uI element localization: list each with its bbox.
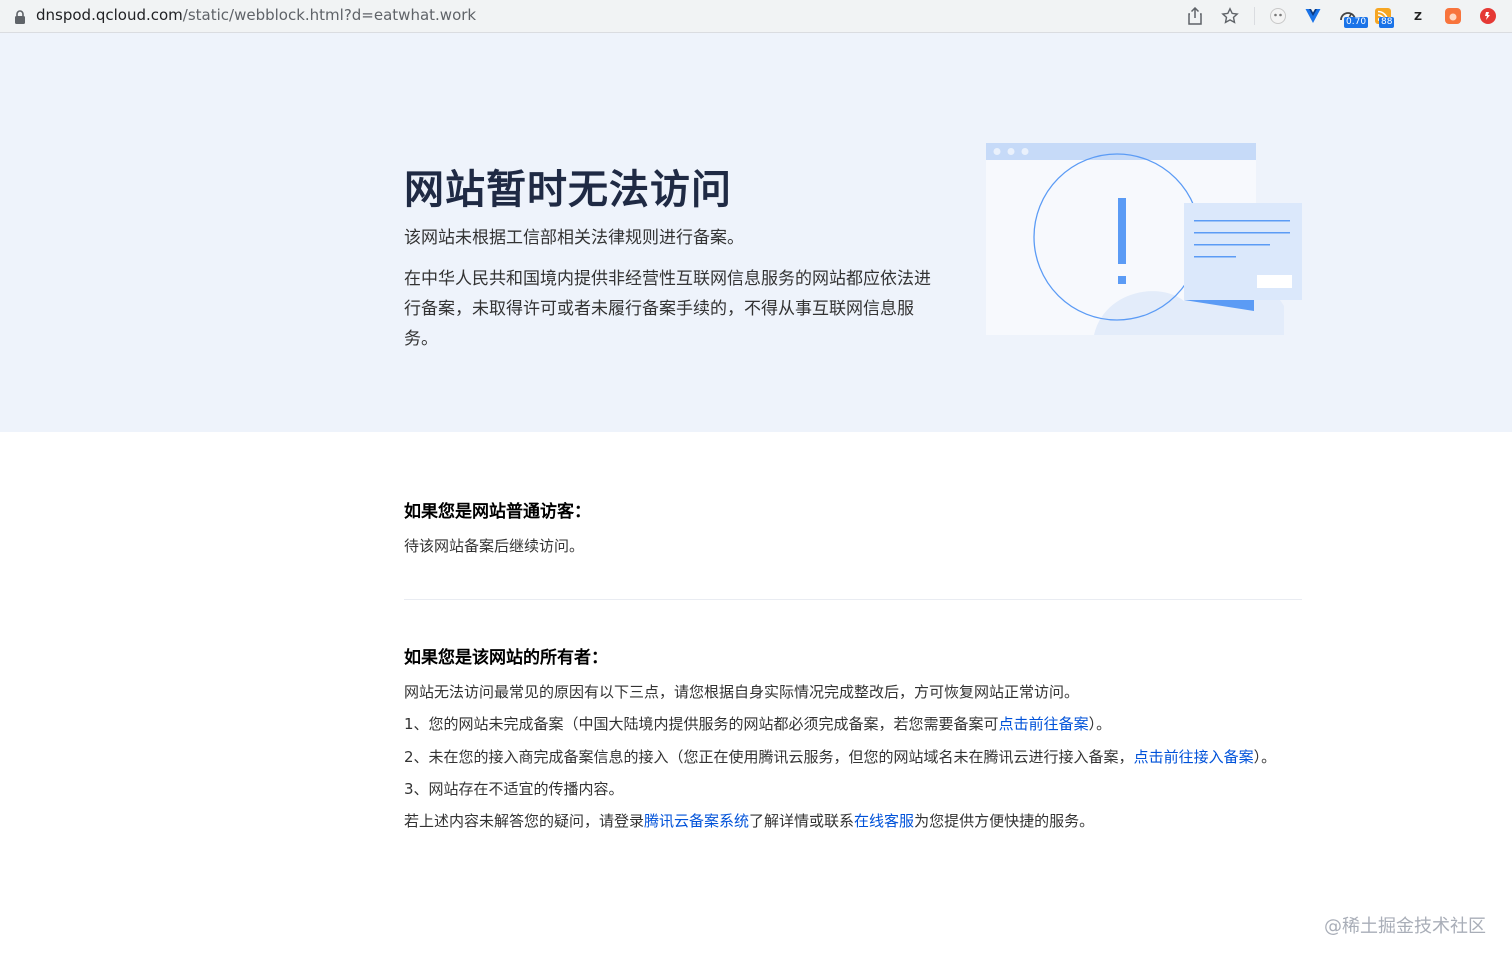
filing-system-link[interactable]: 腾讯云备案系统	[644, 812, 749, 830]
star-icon[interactable]	[1218, 4, 1242, 28]
section-divider	[404, 599, 1302, 600]
reason-item-1: 1、您的网站未完成备案（中国大陆境内提供服务的网站都必须完成备案，若您需要备案可…	[404, 713, 1111, 734]
flame-icon[interactable]	[1441, 4, 1465, 28]
gauge-icon[interactable]: 0.70	[1336, 4, 1369, 28]
toolbar-icons: 0.70 88 Z	[1172, 3, 1500, 29]
extension-icon[interactable]	[1266, 4, 1290, 28]
hero-description: 在中华人民共和国境内提供非经营性互联网信息服务的网站都应依法进行备案，未取得许可…	[404, 269, 931, 349]
page-title: 网站暂时无法访问	[404, 167, 732, 213]
reason-1-end: ）。	[1088, 715, 1112, 733]
rss-badge: 88	[1379, 17, 1395, 28]
toolbar-separator	[1254, 7, 1255, 25]
hero-subtitle: 该网站未根据工信部相关法律规则进行备案。	[404, 228, 744, 248]
reason-item-2: 2、未在您的接入商完成备案信息的接入（您正在使用腾讯云服务，但您的网站域名未在腾…	[404, 746, 1276, 767]
visitor-heading: 如果您是网站普通访客：	[404, 502, 591, 522]
help-text-start: 若上述内容未解答您的疑问，请登录	[404, 812, 645, 830]
address-url[interactable]: dnspod.qcloud.com/static/webblock.html?d…	[36, 0, 476, 30]
hero-banner: 网站暂时无法访问 该网站未根据工信部相关法律规则进行备案。 在中华人民共和国境内…	[0, 33, 1512, 432]
access-filing-link[interactable]: 点击前往接入备案	[1134, 748, 1254, 766]
warning-illustration	[984, 141, 1308, 341]
lock-icon[interactable]	[14, 9, 26, 24]
register-filing-link[interactable]: 点击前往备案	[999, 715, 1089, 733]
help-text-mid: 了解详情或联系	[749, 812, 855, 830]
watermark: @稀土掘金技术社区	[1324, 916, 1486, 937]
reason-2-text: 2、未在您的接入商完成备案信息的接入（您正在使用腾讯云服务，但您的网站域名未在腾…	[404, 748, 1134, 766]
help-footer: 若上述内容未解答您的疑问，请登录腾讯云备案系统了解详情或联系在线客服为您提供方便…	[404, 810, 1094, 831]
owner-intro: 网站无法访问最常见的原因有以下三点，请您根据自身实际情况完成整改后，方可恢复网站…	[404, 683, 1080, 701]
url-path: /static/webblock.html?d=eatwhat.work	[182, 6, 477, 24]
url-host: dnspod.qcloud.com	[36, 6, 183, 24]
gauge-badge: 0.70	[1344, 17, 1369, 28]
reason-2-end: ）。	[1253, 748, 1277, 766]
z-extension-icon[interactable]: Z	[1406, 4, 1430, 28]
reason-item-3: 3、网站存在不适宜的传播内容。	[404, 780, 624, 798]
share-icon[interactable]	[1183, 4, 1207, 28]
visitor-text: 待该网站备案后继续访问。	[404, 537, 585, 555]
z-extension-label: Z	[1414, 9, 1422, 23]
help-text-end: 为您提供方便快捷的服务。	[914, 812, 1095, 830]
owner-heading: 如果您是该网站的所有者：	[404, 648, 608, 668]
reason-1-text: 1、您的网站未完成备案（中国大陆境内提供服务的网站都必须完成备案，若您需要备案可	[404, 715, 999, 733]
red-extension-icon[interactable]	[1476, 4, 1500, 28]
vue-devtools-icon[interactable]	[1301, 4, 1325, 28]
browser-address-bar: dnspod.qcloud.com/static/webblock.html?d…	[0, 0, 1512, 33]
online-support-link[interactable]: 在线客服	[854, 812, 914, 830]
rss-icon[interactable]: 88	[1371, 4, 1395, 28]
